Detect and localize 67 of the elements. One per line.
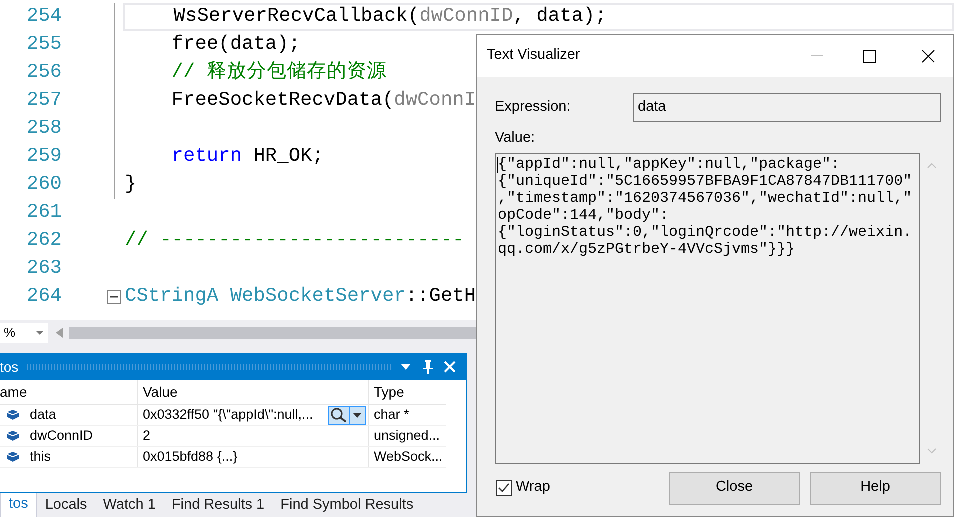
code-comment: // 释放分包储存的资源 [170,60,387,86]
code-line: return HR_OK; [170,144,324,170]
variable-name: data [30,406,56,424]
variable-name: this [30,448,52,466]
line-number: 255 [26,32,62,58]
value-text-line: ,"timestamp":"1620374567036","wechatId":null," [498,190,914,207]
column-header[interactable]: Value [137,380,368,404]
dialog-button[interactable]: Help [810,472,941,505]
code-line: WsServerRecvCallback(dwConnID, data); [172,4,607,30]
caret-icon [353,412,362,418]
value-text-line: {"appId":null,"appKey":null,"package": [498,156,842,173]
line-number: 259 [26,144,62,170]
code-line: free(data); [170,32,301,58]
collapse-icon[interactable] [107,290,121,304]
value-text-area[interactable] [495,152,920,464]
code-comment: // -------------------------- [125,228,464,254]
panel-tab[interactable]: Find Results 1 [164,493,273,517]
dialog-button[interactable]: Close [669,472,800,505]
line-number: 264 [26,284,62,310]
variable-type: unsigned... [368,426,446,446]
code-line: FreeSocketRecvData(dwConnI [170,88,476,114]
expression-field[interactable]: data [633,93,941,122]
column-header[interactable]: ame [0,380,137,404]
panel-tab[interactable]: Locals [37,493,96,517]
panel-tab[interactable]: Find Symbol Results [272,493,422,517]
dropdown-icon[interactable] [400,363,412,371]
code-line: } [125,172,137,198]
column-header[interactable]: Type [368,380,446,404]
variable-value: 0x015bfd88 {...} [143,448,238,466]
line-number: 261 [26,200,62,226]
value-text-line: qq.com/x/g5zPGtrbeY-4VVcSjvms"}}} [498,240,796,258]
scroll-left-icon[interactable] [56,328,64,338]
close-icon[interactable] [922,50,935,62]
maximize-icon[interactable] [863,50,876,62]
value-text-line: {"loginStatus":0,"loginQrcode":"http://weixin. [498,224,914,241]
line-number: 256 [26,60,62,86]
panel-title: tos [0,358,19,376]
value-text-line: opCode":144,"body": [498,206,670,224]
panel-tab[interactable]: Watch 1 [95,493,164,517]
wrap-label: Wrap [516,478,550,498]
variable-name: dwConnID [30,426,94,445]
variable-icon [6,430,20,442]
search-icon [329,407,349,423]
value-label: Value: [494,129,536,148]
value-text-line: {"uniqueId":"5C16659957BFBA9F1CA87847DB111700" [498,172,914,190]
caret-icon [36,331,44,335]
wrap-checkbox[interactable] [496,480,512,496]
dialog-title: Text Visualizer [487,46,582,66]
variable-icon [6,451,20,463]
line-number: 262 [26,228,62,254]
line-number: 258 [26,116,62,142]
panel-tab[interactable]: tos [0,493,38,517]
zoom-dropdown[interactable]: % [0,323,48,343]
check-icon [498,483,510,494]
line-number: 254 [26,4,62,30]
pin-icon[interactable] [422,359,434,375]
line-number: 260 [26,172,62,198]
line-number: 263 [26,256,62,282]
expression-label: Expression: [495,98,572,117]
variable-type: char * [368,405,446,425]
variable-type: WebSock... [368,447,446,467]
code-line: CStringA WebSocketServer::GetH [125,284,476,310]
visualizer-button[interactable] [328,406,366,424]
variable-value: 2 [143,426,151,445]
line-number: 257 [26,88,62,114]
variable-icon [6,409,20,421]
variable-value: 0x0332ff50 "{\"appId\":null,... [143,406,314,424]
